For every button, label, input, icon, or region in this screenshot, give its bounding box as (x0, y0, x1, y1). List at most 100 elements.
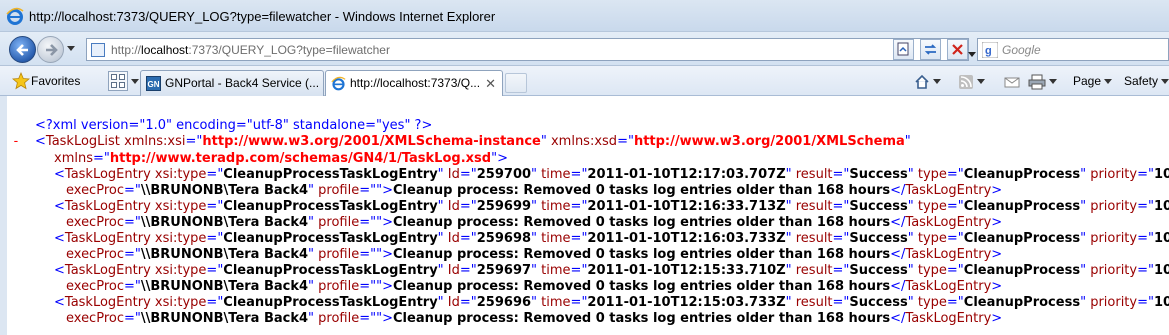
entry-text: Cleanup process: Removed 0 tasks log ent… (393, 279, 891, 294)
attr-value: CleanupProcessTaskLogEntry (223, 199, 438, 214)
quick-tabs-icon (111, 74, 117, 80)
attr-value: Success (849, 231, 908, 246)
attr-name: type (917, 295, 947, 310)
attr-name: time (541, 295, 571, 310)
search-box[interactable]: g Google (977, 38, 1169, 61)
home-icon (915, 74, 929, 89)
attr-value: 2011-01-10T12:17:03.707Z (587, 167, 786, 182)
compatibility-view-button[interactable] (893, 39, 914, 60)
safety-menu-button[interactable]: Safety (1124, 72, 1169, 92)
entry-close-tag-name: TaskLogEntry (905, 215, 992, 230)
svg-text:g: g (985, 45, 992, 57)
xml-declaration-text: <?xml version="1.0" encoding="utf-8" sta… (35, 118, 433, 133)
attr-value: Success (849, 199, 908, 214)
printer-icon (1028, 74, 1046, 90)
attr-value: http://www.teradp.com/schemas/GN4/1/Task… (109, 151, 492, 166)
attr-value: 2011-01-10T12:16:33.713Z (587, 199, 786, 214)
page-menu-button[interactable]: Page (1073, 72, 1113, 92)
attr-value: CleanupProcessTaskLogEntry (223, 167, 438, 182)
attr-name: xmlns:xsd (550, 134, 618, 149)
navigation-bar: http://localhost:7373/QUERY_LOG?type=fil… (0, 32, 1169, 66)
entry-tag-name: TaskLogEntry (64, 263, 151, 278)
refresh-icon (924, 44, 937, 55)
attr-name: type (917, 199, 947, 214)
attr-name: result (795, 231, 833, 246)
address-dropdown[interactable] (968, 52, 976, 57)
refresh-button[interactable] (920, 39, 941, 60)
print-button[interactable] (1028, 72, 1057, 92)
address-bar[interactable]: http://localhost:7373/QUERY_LOG?type=fil… (86, 38, 976, 61)
address-url[interactable]: http://localhost:7373/QUERY_LOG?type=fil… (111, 43, 390, 57)
attr-value: http://www.w3.org/2001/XMLSchema-instanc… (202, 134, 541, 149)
quick-tabs-button[interactable] (108, 71, 128, 91)
tab-gnportal[interactable]: GN GNPortal - Back4 Service (... (140, 70, 324, 96)
attr-name: priority (1090, 167, 1138, 182)
attr-name: priority (1090, 231, 1138, 246)
attr-name: profile (318, 183, 360, 198)
window-titlebar: http://localhost:7373/QUERY_LOG?type=fil… (0, 0, 1169, 32)
attr-value: Success (849, 263, 908, 278)
attr-value: 2011-01-10T12:15:03.733Z (587, 295, 786, 310)
entry-tag-name: TaskLogEntry (64, 295, 151, 310)
quick-tabs-icon-part (119, 82, 125, 88)
attr-name: result (795, 167, 833, 182)
stop-button[interactable] (947, 39, 968, 60)
favorites-button[interactable]: Favorites (8, 70, 87, 92)
favorites-tab-bar: Favorites GN GNPortal - Back4 Service (.… (0, 66, 1169, 97)
collapse-toggle[interactable]: - (12, 134, 20, 149)
entry-text: Cleanup process: Removed 0 tasks log ent… (393, 215, 891, 230)
chevron-down-icon (1161, 79, 1169, 85)
internet-explorer-icon (331, 76, 346, 91)
favorites-label: Favorites (31, 74, 81, 88)
entry-tag-name: TaskLogEntry (64, 167, 151, 182)
attr-value: 10 (1153, 167, 1169, 182)
attr-name: xsi:type (154, 199, 207, 214)
root-open-tag: <TaskLogList xmlns:xsi="http://www.w3.or… (35, 134, 911, 149)
page-menu-label: Page (1073, 74, 1102, 88)
tab-list-dropdown[interactable] (131, 79, 139, 84)
xml-document-view: <?xml version="1.0" encoding="utf-8" sta… (0, 96, 1169, 335)
recent-pages-dropdown[interactable] (67, 46, 75, 51)
read-mail-button[interactable] (1004, 72, 1020, 92)
close-tab-icon[interactable]: ✕ (485, 72, 496, 96)
attr-name: time (541, 263, 571, 278)
attr-value: \\BRUNONB\Tera Back4 (140, 247, 309, 262)
attr-value: 259696 (476, 295, 532, 310)
tab-query-log[interactable]: http://localhost:7373/Q... ✕ (325, 70, 503, 97)
home-button[interactable] (914, 72, 941, 92)
attr-name: result (795, 295, 833, 310)
attr-value: \\BRUNONB\Tera Back4 (140, 183, 309, 198)
attr-name: Id (447, 199, 460, 214)
attr-name: priority (1090, 295, 1138, 310)
attr-value: http://www.w3.org/2001/XMLSchema (633, 134, 905, 149)
new-tab-button[interactable] (505, 73, 527, 93)
attr-name: result (795, 199, 833, 214)
attr-name: type (917, 263, 947, 278)
attr-value: 10 (1153, 199, 1169, 214)
tab-label: http://localhost:7373/Q... (350, 76, 481, 90)
attr-value: 10 (1153, 295, 1169, 310)
arrow-right-icon (46, 44, 58, 56)
mail-icon (1004, 77, 1020, 88)
attr-value: CleanupProcess (963, 167, 1081, 182)
entry-tag-name: TaskLogEntry (64, 199, 151, 214)
attr-name: time (541, 199, 571, 214)
attr-name: Id (447, 167, 460, 182)
attr-name: execProc (66, 183, 124, 198)
internet-explorer-icon (6, 7, 24, 25)
attr-value: 259700 (476, 167, 532, 182)
task-log-entry-open: <TaskLogEntry xsi:type="CleanupProcessTa… (54, 167, 1169, 183)
task-log-entry-open: <TaskLogEntry xsi:type="CleanupProcessTa… (54, 295, 1169, 311)
feeds-button[interactable] (958, 72, 985, 92)
attr-name: Id (447, 295, 460, 310)
attr-value: 2011-01-10T12:15:33.710Z (587, 263, 786, 278)
back-button[interactable] (9, 36, 36, 63)
quick-tabs-icon-part (111, 82, 117, 88)
attr-name: execProc (66, 279, 124, 294)
attr-name: xsi:type (154, 295, 207, 310)
attr-name: Id (447, 231, 460, 246)
attr-value: \\BRUNONB\Tera Back4 (140, 311, 309, 326)
chevron-down-icon (1049, 79, 1057, 85)
forward-button[interactable] (37, 36, 64, 63)
task-log-entry-open: <TaskLogEntry xsi:type="CleanupProcessTa… (54, 263, 1169, 279)
